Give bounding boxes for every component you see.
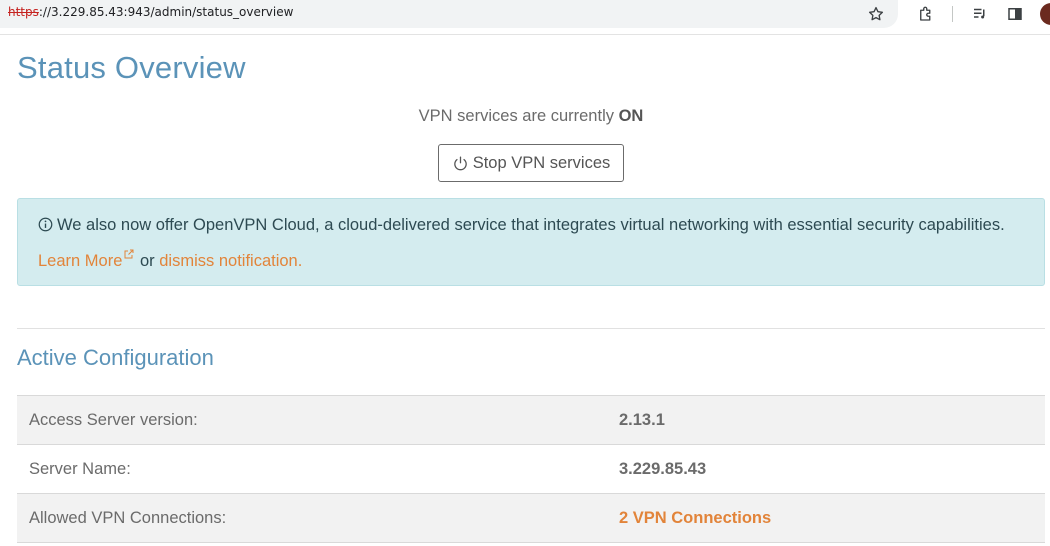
row-value-cell: 2 VPN Connections xyxy=(607,494,1045,543)
dismiss-notification-link[interactable]: dismiss notification. xyxy=(159,252,302,270)
active-configuration-title: Active Configuration xyxy=(17,345,214,370)
toolbar-divider xyxy=(0,34,1050,35)
table-row: Access Server version: 2.13.1 xyxy=(17,395,1045,445)
page-title: Status Overview xyxy=(17,50,246,85)
vpn-status-text: VPN services are currently ON xyxy=(0,107,1050,126)
star-icon[interactable] xyxy=(865,3,887,25)
active-configuration-table: Access Server version: 2.13.1 Server Nam… xyxy=(17,395,1045,543)
row-label: Access Server version: xyxy=(29,410,198,429)
url-text[interactable]: https://3.229.85.43:943/admin/status_ove… xyxy=(8,5,293,19)
url-scheme: https xyxy=(8,5,39,19)
vpn-status-value: ON xyxy=(618,107,644,125)
notice-text: We also now offer OpenVPN Cloud, a cloud… xyxy=(57,216,1005,234)
learn-more-link[interactable]: Learn More xyxy=(38,249,135,270)
section-divider xyxy=(17,328,1045,329)
profile-avatar[interactable] xyxy=(1040,3,1050,25)
table-row: Server Name: 3.229.85.43 xyxy=(17,444,1045,494)
stop-vpn-services-button[interactable]: Stop VPN services xyxy=(438,144,624,182)
stop-vpn-services-label: Stop VPN services xyxy=(472,153,611,172)
vpn-connections-link[interactable]: 2 VPN Connections xyxy=(619,509,771,527)
power-icon xyxy=(452,155,469,172)
notice-or: or xyxy=(139,252,155,270)
extensions-icon[interactable] xyxy=(915,3,937,25)
openvpn-cloud-notice: We also now offer OpenVPN Cloud, a cloud… xyxy=(17,198,1045,286)
row-value: 3.229.85.43 xyxy=(619,459,707,478)
url-path: ://3.229.85.43:943/admin/status_overview xyxy=(38,5,294,19)
row-label: Allowed VPN Connections: xyxy=(29,508,227,527)
row-label: Server Name: xyxy=(29,459,131,478)
toolbar-separator xyxy=(952,6,953,22)
info-icon xyxy=(38,212,53,232)
vpn-status-prefix: VPN services are currently xyxy=(418,107,614,125)
learn-more-label: Learn More xyxy=(38,252,123,270)
address-bar[interactable]: https://3.229.85.43:943/admin/status_ove… xyxy=(0,0,898,28)
reading-list-icon[interactable] xyxy=(969,3,991,25)
table-row: Allowed VPN Connections: 2 VPN Connectio… xyxy=(17,493,1045,543)
row-value: 2.13.1 xyxy=(619,410,665,429)
external-link-icon xyxy=(123,240,135,259)
browser-toolbar: https://3.229.85.43:943/admin/status_ove… xyxy=(0,0,1050,28)
side-panel-icon[interactable] xyxy=(1004,3,1026,25)
